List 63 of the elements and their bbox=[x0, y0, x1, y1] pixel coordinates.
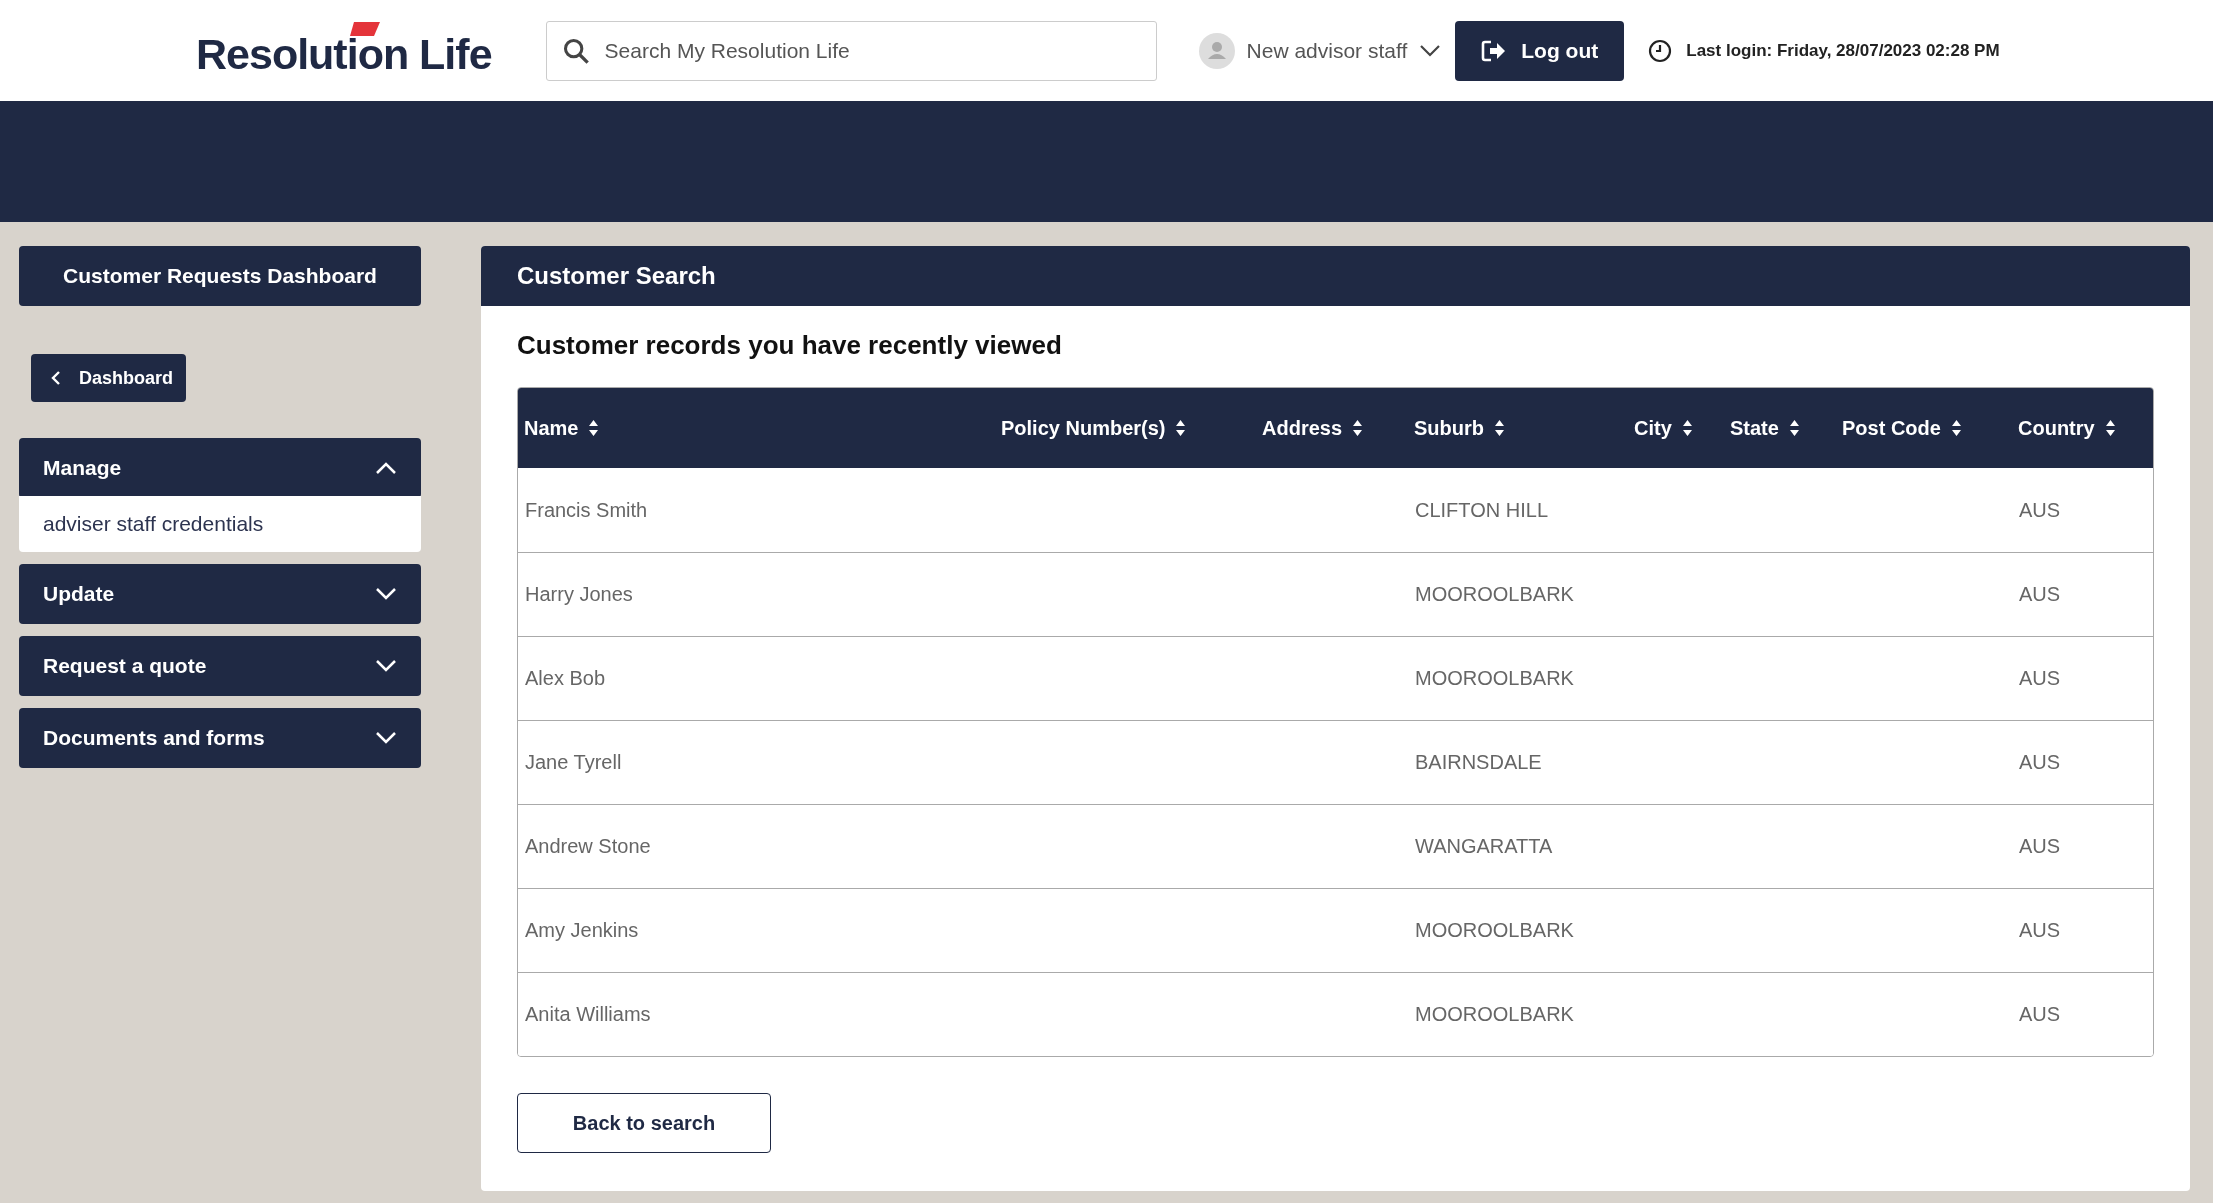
sort-icon[interactable] bbox=[1950, 419, 1962, 437]
search-icon bbox=[561, 36, 590, 65]
column-header[interactable]: Post Code bbox=[1842, 416, 1941, 440]
column-header[interactable]: Suburb bbox=[1414, 416, 1484, 440]
column-header[interactable]: Address bbox=[1262, 416, 1343, 440]
table-cell: Anita Williams bbox=[525, 1003, 651, 1025]
chevron-down-icon[interactable] bbox=[1419, 43, 1442, 58]
table-cell: AUS bbox=[2019, 1003, 2061, 1025]
logout-button[interactable]: Log out bbox=[1455, 20, 1625, 81]
panel-title: Customer Search bbox=[481, 246, 2190, 306]
logo[interactable]: Resolution Life bbox=[196, 22, 492, 79]
table-cell: Francis Smith bbox=[525, 498, 648, 521]
sort-icon[interactable] bbox=[588, 419, 600, 437]
table-cell: MOOROOLBARK bbox=[1415, 667, 1574, 689]
table-cell: AUS bbox=[2019, 498, 2061, 521]
menu-header[interactable]: Documents and forms bbox=[19, 708, 421, 768]
search-field[interactable]: Search My Resolution Life bbox=[545, 20, 1157, 81]
logout-icon bbox=[1481, 38, 1508, 63]
chevron-down-icon bbox=[375, 659, 397, 673]
sort-icon[interactable] bbox=[1788, 419, 1800, 437]
table-cell: Alex Bob bbox=[525, 667, 606, 689]
table-cell: BAIRNSDALE bbox=[1415, 751, 1542, 773]
table-cell: AUS bbox=[2019, 751, 2061, 773]
sort-icon[interactable] bbox=[1494, 419, 1505, 437]
sort-icon[interactable] bbox=[2104, 419, 2116, 437]
table-cell: AUS bbox=[2019, 919, 2061, 941]
table-cell: Harry Jones bbox=[525, 583, 633, 605]
table-cell: Andrew Stone bbox=[525, 835, 651, 857]
chevron-up-icon bbox=[375, 461, 397, 475]
column-header[interactable]: Name bbox=[524, 416, 579, 440]
table-cell: Amy Jenkins bbox=[525, 919, 639, 941]
column-header[interactable]: State bbox=[1730, 416, 1779, 440]
logo-mark-icon bbox=[350, 22, 380, 36]
table-cell: MOOROOLBARK bbox=[1415, 919, 1574, 941]
avatar-icon bbox=[1198, 32, 1235, 69]
clock-icon bbox=[1648, 38, 1673, 63]
table-cell: CLIFTON HILL bbox=[1415, 498, 1548, 521]
back-to-search-button[interactable]: Back to search bbox=[517, 1093, 771, 1153]
sort-icon[interactable] bbox=[1352, 419, 1364, 437]
menu-header[interactable]: Update bbox=[19, 564, 421, 624]
sort-icon[interactable] bbox=[1681, 419, 1693, 437]
column-header[interactable]: City bbox=[1634, 416, 1672, 440]
sort-icon[interactable] bbox=[1175, 419, 1187, 437]
table-cell: MOOROOLBARK bbox=[1415, 583, 1574, 605]
table-cell: AUS bbox=[2019, 583, 2061, 605]
table-cell: WANGARATTA bbox=[1415, 835, 1553, 857]
table-cell: MOOROOLBARK bbox=[1415, 1003, 1574, 1025]
column-header[interactable]: Country bbox=[2018, 416, 2095, 440]
chevron-left-icon bbox=[51, 370, 61, 386]
chevron-down-icon bbox=[375, 731, 397, 745]
column-header[interactable]: Policy Number(s) bbox=[1001, 416, 1166, 440]
last-login-text: Last login: Friday, 28/07/2023 02:28 PM bbox=[1686, 40, 2000, 61]
menu-header[interactable]: Request a quote bbox=[19, 636, 421, 696]
table-cell: AUS bbox=[2019, 667, 2061, 689]
section-heading: Customer records you have recently viewed bbox=[517, 330, 1063, 361]
table-cell: AUS bbox=[2019, 835, 2061, 857]
chevron-down-icon bbox=[375, 587, 397, 601]
menu-header[interactable]: Manage bbox=[19, 438, 421, 498]
user-name[interactable]: New advisor staff bbox=[1246, 38, 1408, 63]
submenu-link[interactable]: adviser staff credentials bbox=[43, 512, 397, 536]
table-cell: Jane Tyrell bbox=[525, 751, 622, 773]
back-button[interactable]: Dashboard bbox=[31, 354, 187, 402]
dashboard-button[interactable]: Customer Requests Dashboard bbox=[19, 246, 421, 306]
